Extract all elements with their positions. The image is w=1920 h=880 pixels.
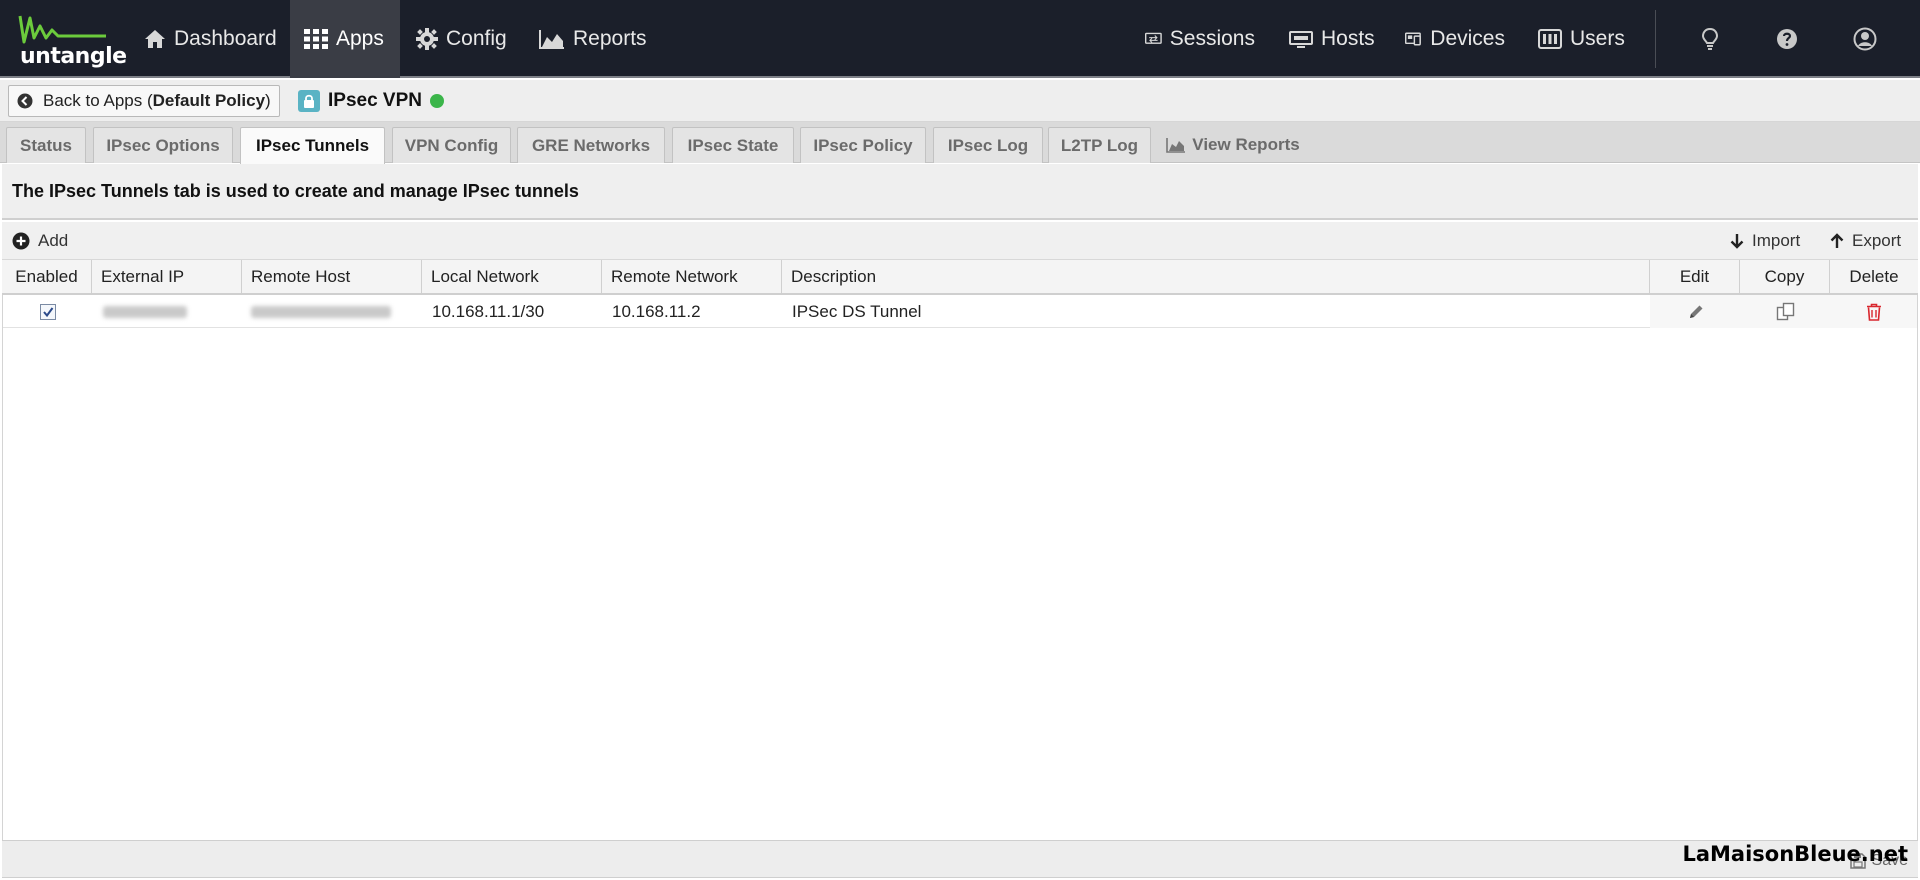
help-icon — [1777, 29, 1797, 49]
redacted-external-ip — [103, 305, 187, 318]
arrow-down-icon — [1730, 234, 1744, 249]
tab-ipsec-options[interactable]: IPsec Options — [93, 127, 233, 163]
area-chart-icon — [1166, 138, 1186, 153]
remote-host-cell — [243, 295, 423, 328]
column-edit: Edit — [1650, 260, 1740, 293]
column-copy: Copy — [1740, 260, 1830, 293]
column-description[interactable]: Description — [782, 260, 1650, 293]
table-row[interactable]: 10.168.11.1/30 10.168.11.2 IPSec DS Tunn… — [3, 295, 1917, 328]
nav-reports[interactable]: Reports — [539, 0, 659, 78]
sessions-icon — [1145, 32, 1162, 44]
tab-description: The IPsec Tunnels tab is used to create … — [2, 164, 1918, 220]
app-status-indicator — [430, 94, 444, 108]
checkmark-icon — [43, 306, 54, 317]
lightbulb-icon — [1702, 28, 1718, 50]
app-name: IPsec VPN — [328, 90, 422, 111]
column-remote-host[interactable]: Remote Host — [242, 260, 422, 293]
description-cell: IPSec DS Tunnel — [792, 301, 922, 321]
back-policy-name: Default Policy — [152, 91, 266, 110]
area-chart-icon — [539, 30, 564, 49]
local-network-cell: 10.168.11.1/30 — [432, 301, 545, 321]
nav-divider — [1655, 10, 1656, 68]
nav-hosts-label: Hosts — [1321, 27, 1375, 50]
tab-vpn-config[interactable]: VPN Config — [392, 127, 511, 163]
arrow-up-icon — [1830, 233, 1844, 248]
back-arrow-icon — [17, 93, 33, 109]
column-local-network[interactable]: Local Network — [422, 260, 602, 293]
copy-cell — [1741, 295, 1831, 328]
footer-bar: Save — [2, 840, 1918, 878]
help-button[interactable] — [1770, 22, 1804, 56]
add-button[interactable]: Add — [12, 222, 68, 260]
export-button[interactable]: Export — [1830, 222, 1901, 260]
tab-ipsec-policy[interactable]: IPsec Policy — [800, 127, 926, 163]
add-circle-icon — [12, 232, 30, 250]
tab-view-reports[interactable]: View Reports — [1158, 127, 1308, 163]
nav-config-label: Config — [446, 27, 507, 50]
app-header: Back to Apps (Default Policy) IPsec VPN — [0, 80, 1920, 122]
column-enabled[interactable]: Enabled — [2, 260, 92, 293]
user-account-button[interactable] — [1848, 22, 1882, 56]
trash-icon[interactable] — [1866, 303, 1882, 321]
tab-gre-networks[interactable]: GRE Networks — [517, 127, 665, 163]
tab-ipsec-tunnels[interactable]: IPsec Tunnels — [240, 127, 385, 164]
nav-users-label: Users — [1570, 27, 1625, 50]
nav-apps[interactable]: Apps — [290, 0, 400, 78]
home-icon — [145, 30, 165, 48]
grid-toolbar: Add Import Export — [2, 222, 1918, 260]
pencil-icon[interactable] — [1687, 303, 1705, 321]
back-prefix: Back to Apps ( — [43, 91, 153, 110]
column-external-ip[interactable]: External IP — [92, 260, 242, 293]
nav-devices[interactable]: Devices — [1405, 0, 1505, 78]
nav-reports-label: Reports — [573, 27, 647, 50]
add-label: Add — [38, 231, 69, 250]
logo-wave-icon — [18, 15, 106, 44]
tab-ipsec-state[interactable]: IPsec State — [672, 127, 794, 163]
import-label: Import — [1752, 231, 1801, 250]
export-label: Export — [1852, 231, 1902, 250]
nav-sessions[interactable]: Sessions — [1145, 0, 1255, 78]
users-icon — [1538, 29, 1562, 49]
copy-icon[interactable] — [1776, 302, 1796, 322]
enabled-cell — [3, 295, 93, 328]
nav-hosts[interactable]: Hosts — [1289, 0, 1379, 78]
nav-users[interactable]: Users — [1538, 0, 1628, 78]
tab-view-reports-label: View Reports — [1192, 135, 1300, 154]
tab-status[interactable]: Status — [6, 127, 86, 163]
back-to-apps-button[interactable]: Back to Apps (Default Policy) — [8, 85, 280, 117]
column-remote-network[interactable]: Remote Network — [602, 260, 782, 293]
delete-cell — [1831, 295, 1917, 328]
column-delete: Delete — [1849, 266, 1899, 286]
edit-cell — [1651, 295, 1741, 328]
devices-icon — [1405, 32, 1421, 46]
tunnels-grid: 10.168.11.1/30 10.168.11.2 IPSec DS Tunn… — [2, 295, 1918, 840]
remote-network-cell: 10.168.11.2 — [612, 301, 701, 321]
hosts-icon — [1289, 31, 1313, 48]
gear-icon — [416, 28, 438, 50]
tab-l2tp-log[interactable]: L2TP Log — [1048, 127, 1151, 163]
grid-icon — [304, 29, 328, 49]
app-title: IPsec VPN — [298, 87, 444, 115]
ipsec-lock-icon — [298, 90, 320, 112]
nav-apps-label: Apps — [336, 27, 384, 50]
logo-text: untangle — [20, 44, 127, 69]
lightbulb-button[interactable] — [1693, 22, 1727, 56]
watermark-text: LaMaisonBleue.net — [1682, 842, 1908, 866]
nav-dashboard-label: Dashboard — [174, 27, 277, 50]
nav-config[interactable]: Config — [416, 0, 516, 78]
import-button[interactable]: Import — [1730, 222, 1800, 260]
tab-bar: Status IPsec Options IPsec Tunnels VPN C… — [0, 122, 1920, 164]
redacted-remote-host — [251, 305, 391, 318]
external-ip-cell — [93, 295, 243, 328]
enabled-checkbox[interactable] — [40, 303, 56, 320]
user-account-icon — [1853, 27, 1877, 51]
top-navigation-bar: untangle Dashboard Apps Config Reports S… — [0, 0, 1920, 78]
tab-ipsec-log[interactable]: IPsec Log — [933, 127, 1043, 163]
back-suffix: ) — [265, 91, 271, 110]
nav-devices-label: Devices — [1430, 27, 1505, 50]
untangle-logo[interactable]: untangle — [14, 10, 127, 70]
grid-header: Enabled External IP Remote Host Local Ne… — [2, 260, 1918, 295]
nav-sessions-label: Sessions — [1169, 27, 1255, 50]
nav-dashboard[interactable]: Dashboard — [132, 0, 282, 78]
